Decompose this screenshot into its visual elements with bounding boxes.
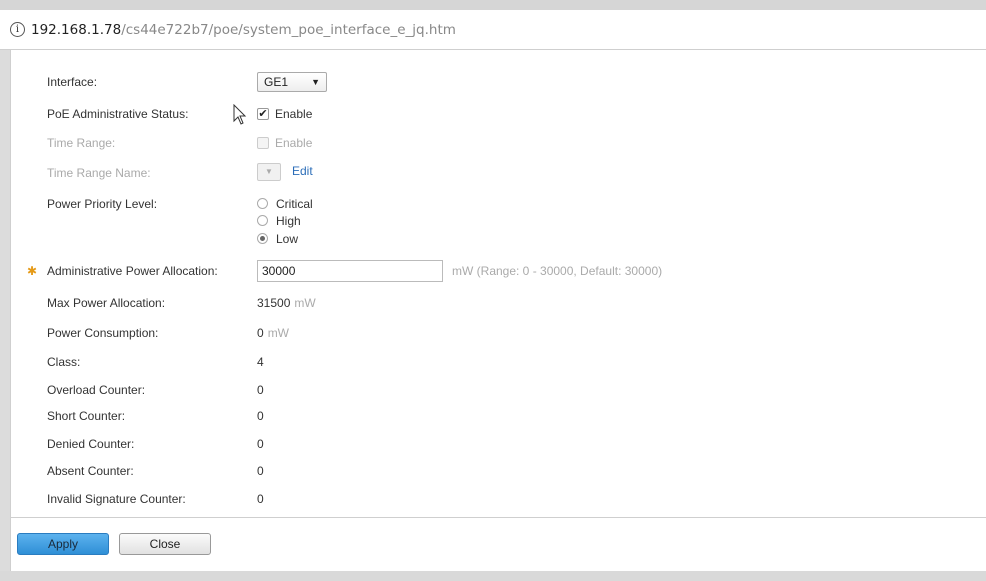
radio-critical-label: Critical <box>276 196 313 211</box>
poe-admin-status-label: PoE Administrative Status: <box>47 107 189 121</box>
admin-power-allocation-hint: mW (Range: 0 - 30000, Default: 30000) <box>452 264 663 278</box>
mouse-pointer-icon <box>233 104 247 125</box>
interface-select[interactable]: GE1 ▼ <box>257 72 327 92</box>
power-consumption-value: 0 <box>257 326 264 340</box>
radio-option-low[interactable]: Low <box>257 231 298 246</box>
radio-option-high[interactable]: High <box>257 213 301 228</box>
max-power-allocation-label: Max Power Allocation: <box>47 296 166 310</box>
power-consumption-label: Power Consumption: <box>47 326 159 340</box>
overload-counter-label: Overload Counter: <box>47 383 146 397</box>
class-label: Class: <box>47 355 81 369</box>
poe-admin-status-checkbox[interactable]: ✔ <box>257 107 269 120</box>
poe-admin-status-field: ✔ Enable <box>257 106 312 121</box>
overload-counter-value: 0 <box>257 383 264 397</box>
absent-counter-label: Absent Counter: <box>47 464 134 478</box>
radio-high-label: High <box>276 213 301 228</box>
caret-down-icon: ▼ <box>265 167 273 176</box>
radio-critical[interactable] <box>257 198 268 210</box>
absent-counter-value: 0 <box>257 464 264 478</box>
time-range-checkbox[interactable] <box>257 136 269 149</box>
power-priority-label: Power Priority Level: <box>47 197 158 211</box>
time-range-name-label: Time Range Name: <box>47 166 151 180</box>
time-range-edit-link[interactable]: Edit <box>292 164 313 178</box>
browser-top-strip <box>0 0 986 10</box>
chevron-down-icon: ▼ <box>311 77 320 87</box>
radio-low[interactable] <box>257 233 268 245</box>
class-value: 4 <box>257 355 264 369</box>
max-power-allocation-value: 31500 <box>257 296 291 310</box>
short-counter-label: Short Counter: <box>47 409 126 423</box>
poe-admin-status-enable-label: Enable <box>275 106 313 121</box>
power-consumption-unit: mW <box>267 326 290 340</box>
time-range-field: Enable <box>257 135 312 150</box>
denied-counter-label: Denied Counter: <box>47 437 135 451</box>
admin-power-allocation-label: Administrative Power Allocation: <box>47 264 218 278</box>
denied-counter-value: 0 <box>257 437 264 451</box>
time-range-name-select[interactable]: ▼ <box>257 163 281 181</box>
url-host: 192.168.1.78 <box>31 21 122 38</box>
url-path: /cs44e722b7/poe/system_poe_interface_e_j… <box>121 21 456 38</box>
interface-select-value: GE1 <box>264 75 289 89</box>
max-power-allocation-value-group: 31500 mW <box>257 296 316 310</box>
invalid-signature-counter-label: Invalid Signature Counter: <box>47 492 186 506</box>
interface-label: Interface: <box>47 75 98 89</box>
time-range-label: Time Range: <box>47 136 116 150</box>
radio-high[interactable] <box>257 215 268 227</box>
power-consumption-value-group: 0 mW <box>257 326 289 340</box>
invalid-signature-counter-value: 0 <box>257 492 264 506</box>
apply-button[interactable]: Apply <box>17 533 109 555</box>
browser-bottom-strip <box>0 571 986 581</box>
radio-option-critical[interactable]: Critical <box>257 196 313 211</box>
short-counter-value: 0 <box>257 409 264 423</box>
info-icon[interactable]: i <box>10 22 25 37</box>
dialog-footer: Apply Close <box>10 517 986 571</box>
poe-interface-edit-dialog: Interface: GE1 ▼ PoE Administrative Stat… <box>10 50 986 517</box>
address-bar[interactable]: i 192.168.1.78/cs44e722b7/poe/system_poe… <box>0 10 986 50</box>
time-range-enable-label: Enable <box>275 135 313 150</box>
radio-low-label: Low <box>276 231 299 246</box>
close-button[interactable]: Close <box>119 533 211 555</box>
required-asterisk-icon: ✱ <box>27 264 38 278</box>
admin-power-allocation-input[interactable]: 30000 <box>257 260 443 282</box>
max-power-allocation-unit: mW <box>294 296 316 310</box>
